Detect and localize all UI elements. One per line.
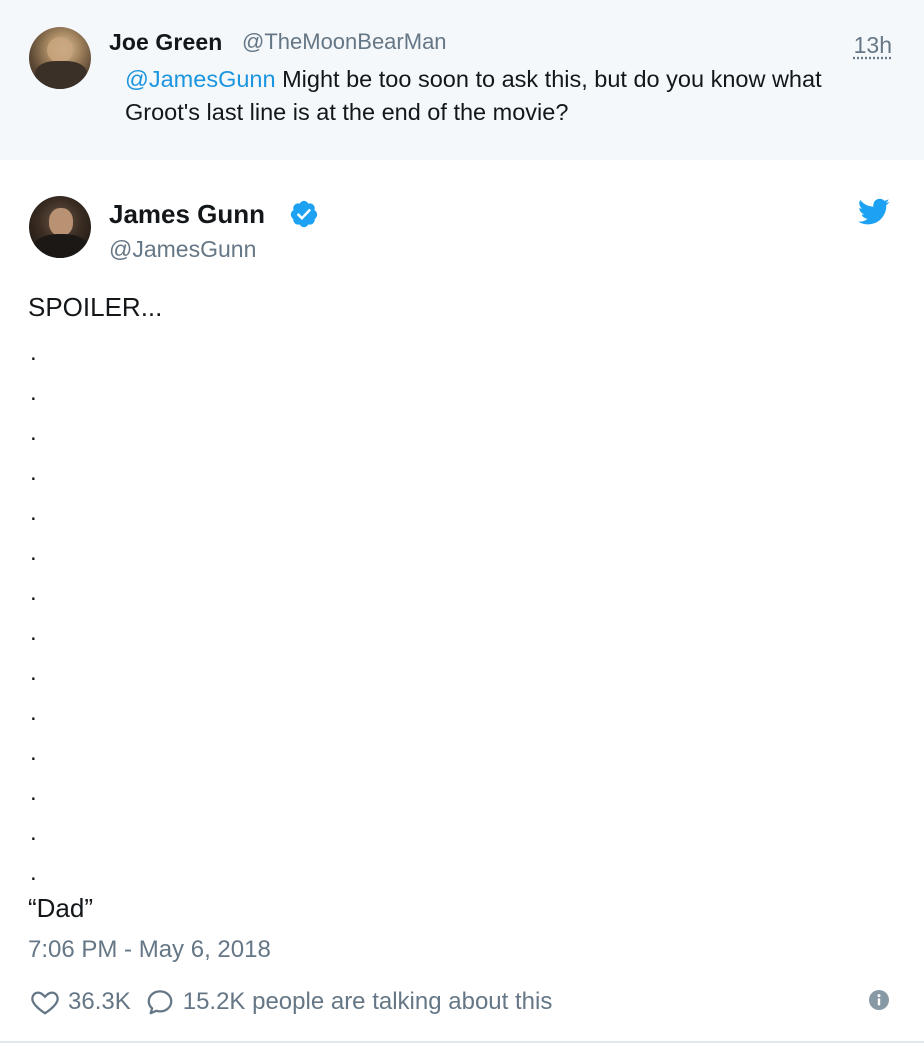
info-icon[interactable] [869,990,889,1010]
dot-line: . [30,539,37,566]
parent-tweet-text: @JamesGunn Might be too soon to ask this… [125,63,895,129]
dot-line: . [30,739,37,766]
tweet-timestamp[interactable]: 7:06 PM - May 6, 2018 [28,936,271,964]
tweet-dots: . . . . . . . . . . . . . . [30,339,37,903]
mention-link[interactable]: @JamesGunn [125,66,276,92]
talking-about-link[interactable]: 15.2K people are talking about this [183,988,553,1016]
dot-line: . [30,619,37,646]
verified-badge-icon [290,200,318,228]
tweet-text-quote: “Dad” [28,893,94,923]
parent-author-handle[interactable]: @TheMoonBearMan [242,29,447,55]
author-name[interactable]: James Gunn [109,199,265,230]
divider [0,1041,924,1043]
dot-line: . [30,459,37,486]
parent-author-name[interactable]: Joe Green [109,29,222,56]
parent-tweet[interactable]: Joe Green @TheMoonBearMan 13h @JamesGunn… [0,0,924,160]
dot-line: . [30,379,37,406]
author-avatar[interactable] [29,196,91,258]
dot-line: . [30,339,37,366]
twitter-bird-icon[interactable] [858,198,890,226]
parent-avatar[interactable] [29,27,91,89]
like-count[interactable]: 36.3K [68,988,131,1016]
dot-line: . [30,499,37,526]
dot-line: . [30,779,37,806]
author-handle[interactable]: @JamesGunn [109,236,256,263]
heart-icon[interactable] [30,987,60,1017]
tweet-text-spoiler: SPOILER... [28,292,163,322]
dot-line: . [30,699,37,726]
action-bar: 36.3K 15.2K people are talking about thi… [30,985,552,1019]
dot-line: . [30,419,37,446]
dot-line: . [30,579,37,606]
dot-line: . [30,659,37,686]
dot-line: . [30,819,37,846]
parent-tweet-time[interactable]: 13h [854,32,892,59]
reply-bubble-icon[interactable] [145,987,175,1017]
